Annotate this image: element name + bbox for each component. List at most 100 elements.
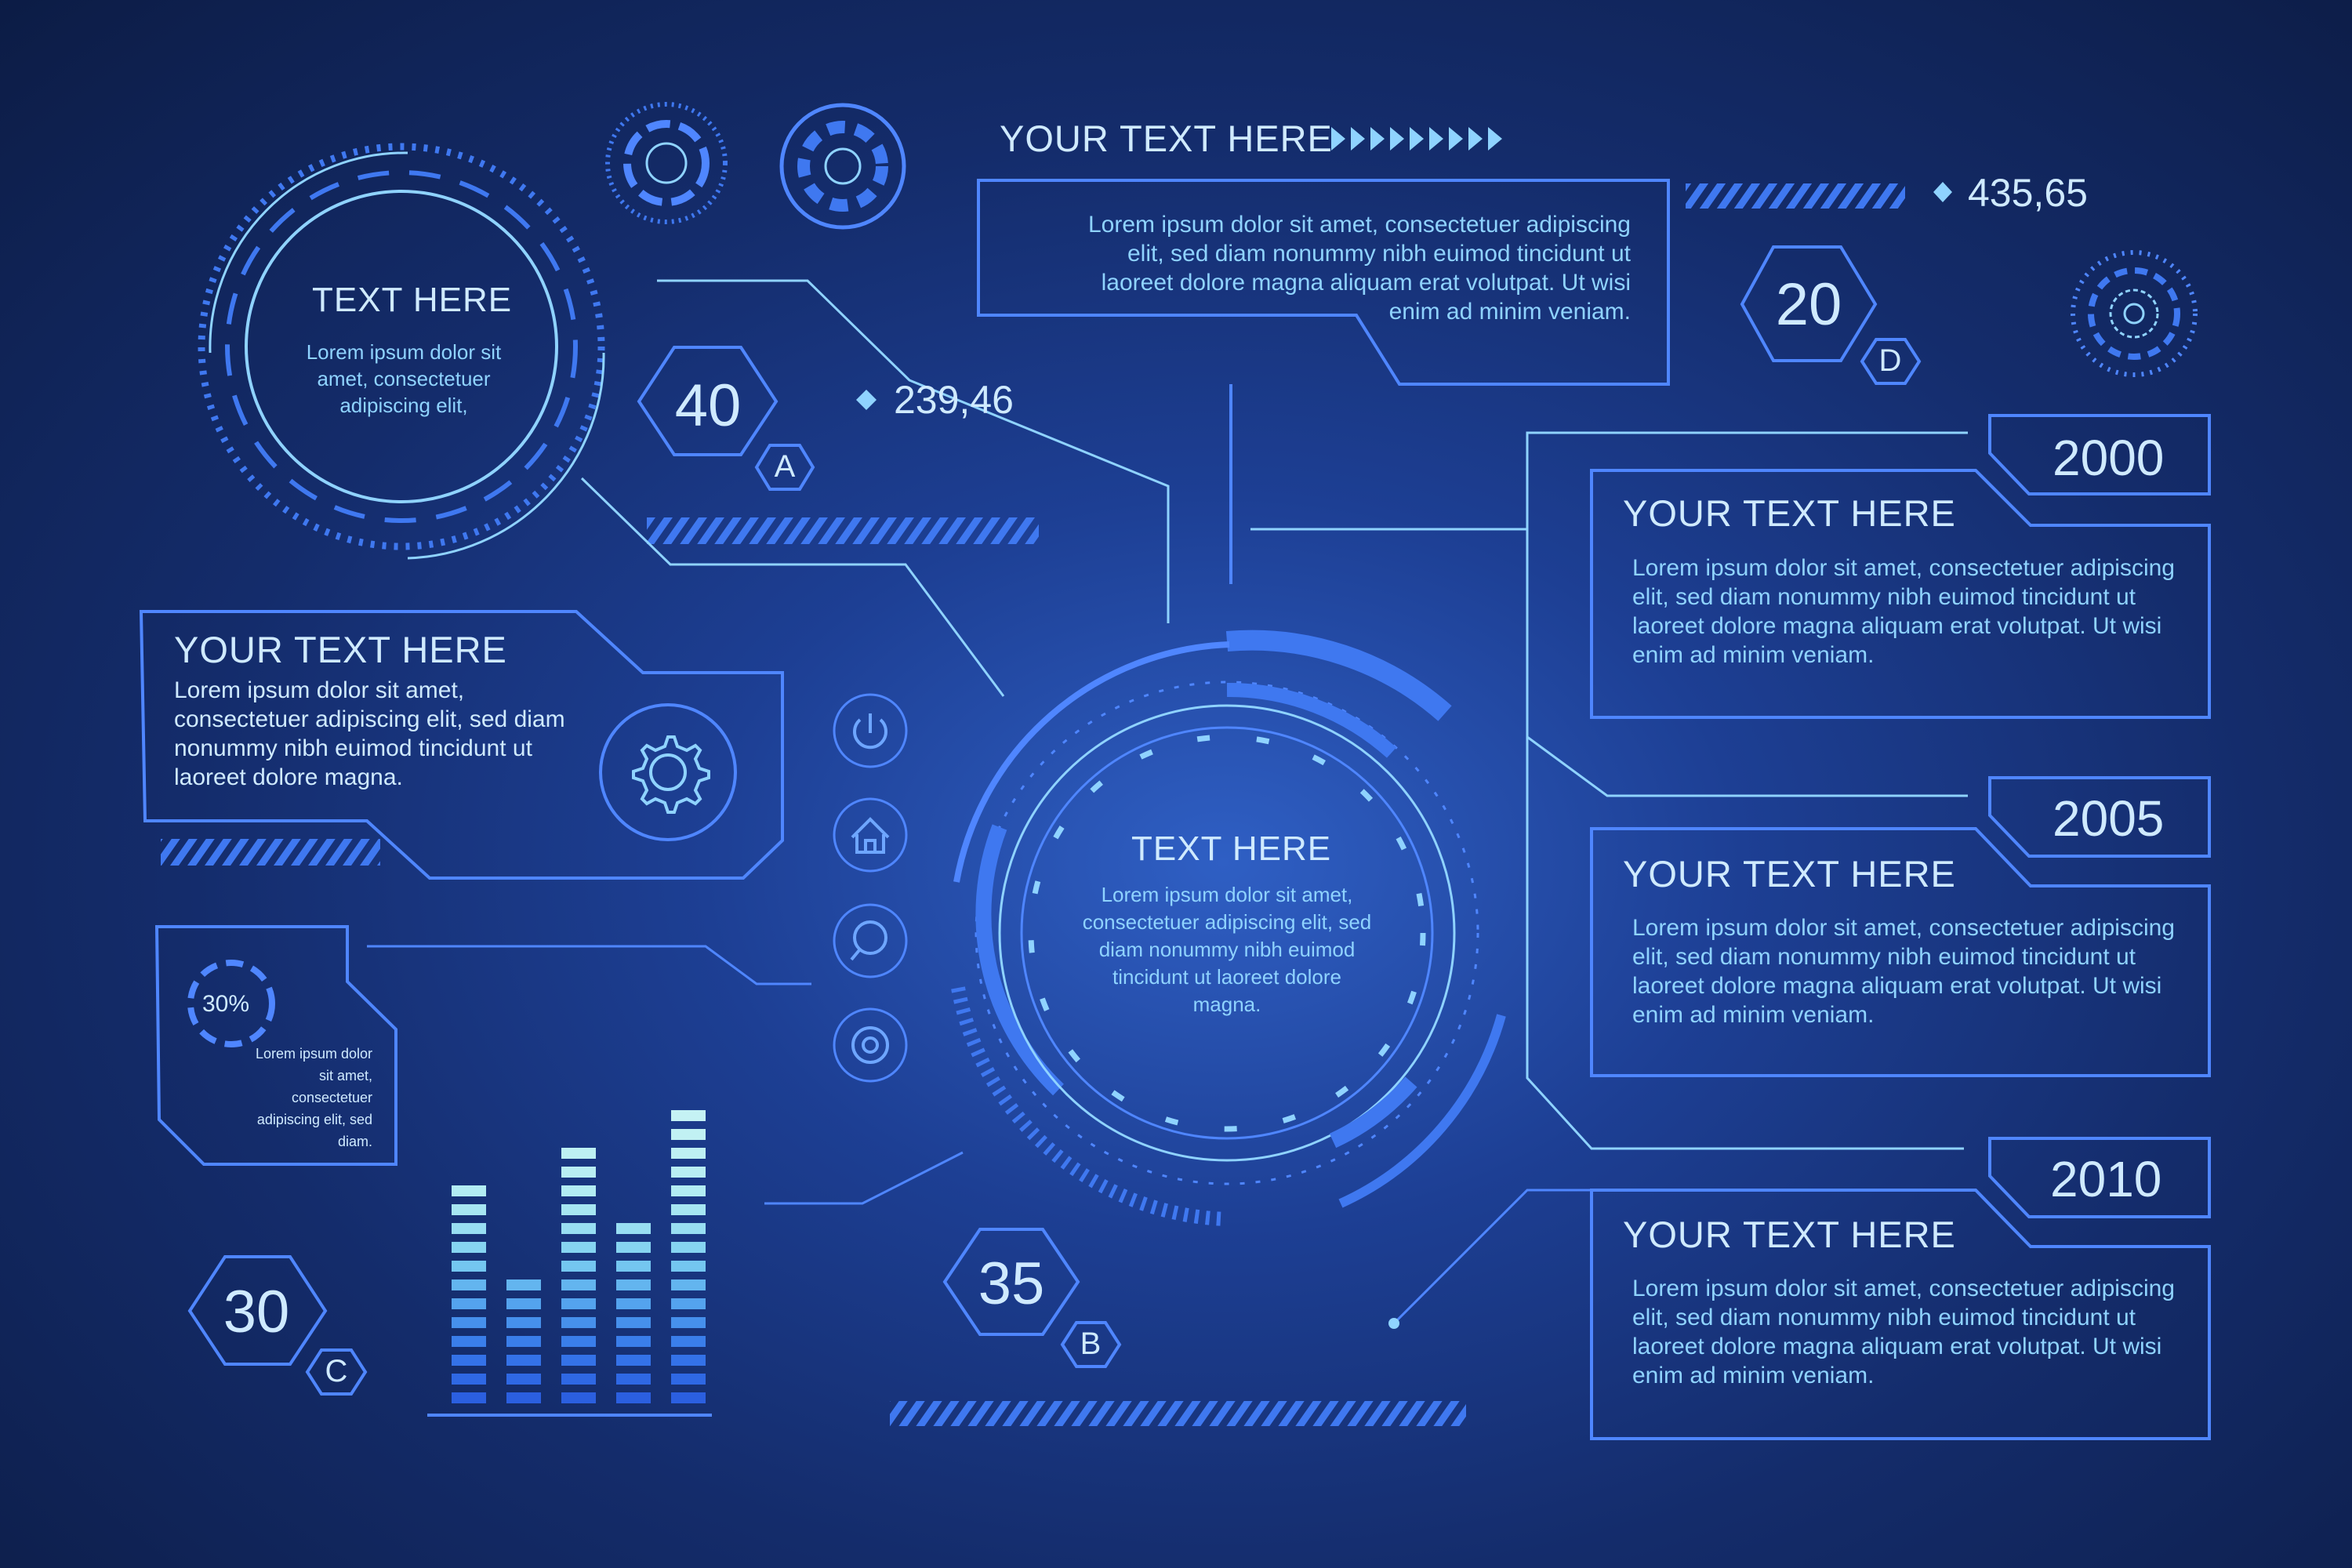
bar-segment (506, 1298, 541, 1309)
bar-segment (506, 1374, 541, 1385)
bar-segment (452, 1279, 486, 1290)
radar-icon-2 (779, 103, 906, 230)
bar-5 (671, 1110, 706, 1403)
bar-segment (671, 1223, 706, 1234)
bar-segment (561, 1148, 596, 1159)
readout-top: 435,65 (1968, 171, 2088, 215)
bar-segment (616, 1392, 651, 1403)
bar-segment (561, 1392, 596, 1403)
bar-segment (616, 1317, 651, 1328)
top-box-text: Lorem ipsum dolor sit amet, consectetuer… (1088, 212, 1631, 325)
badge-letter-c: C (325, 1354, 348, 1388)
bar-3 (561, 1148, 596, 1403)
power-icon (853, 713, 887, 750)
bar-segment (506, 1392, 541, 1403)
bar-segment (506, 1279, 541, 1290)
bar-segment (561, 1279, 596, 1290)
bar-segment (506, 1336, 541, 1347)
target-icon (851, 1026, 889, 1064)
bar-segment (671, 1261, 706, 1272)
connector-dot (1388, 1318, 1399, 1329)
bar-segment (616, 1279, 651, 1290)
bar-segment (616, 1223, 651, 1234)
bar-segment (616, 1355, 651, 1366)
bar-segment (452, 1336, 486, 1347)
bar-segment (671, 1242, 706, 1253)
diamond-bullet-top (1933, 182, 1952, 202)
bar-segment (452, 1374, 486, 1385)
bar-segment (452, 1392, 486, 1403)
bar-segment (616, 1261, 651, 1272)
badge-letter-a: A (774, 449, 796, 484)
infographic-dashboard: { "top_title": "YOUR TEXT HERE", "top_bo… (0, 0, 2352, 1568)
bar-segment (671, 1392, 706, 1403)
radar-icon-1 (605, 102, 728, 224)
bar-segment (671, 1374, 706, 1385)
bar-segment (561, 1298, 596, 1309)
bar-segment (561, 1317, 596, 1328)
bar-segment (671, 1185, 706, 1196)
bar-segment (671, 1336, 706, 1347)
side-icon-circles (833, 693, 908, 1083)
arrow-icons (1331, 127, 1502, 151)
readout-left: 239,46 (894, 378, 1014, 422)
gear-icon (599, 703, 737, 841)
bar-segment (506, 1355, 541, 1366)
bar-segment (561, 1261, 596, 1272)
timeline-year-2000: 2000 (2053, 430, 2165, 486)
left-panel-text: Lorem ipsum dolor sit amet, consectetuer… (174, 677, 565, 790)
badge-value-a: 40 (674, 372, 742, 439)
badge-value-c: 30 (223, 1279, 290, 1345)
bar-segment (452, 1204, 486, 1215)
bar-segment (452, 1355, 486, 1366)
bar-segment (561, 1204, 596, 1215)
timeline-text-2010: Lorem ipsum dolor sit amet, consectetuer… (1632, 1276, 2175, 1388)
hatch-stripes (647, 517, 1039, 544)
bar-segment (561, 1167, 596, 1178)
percent-label: 30% (202, 991, 250, 1017)
bar-segment (561, 1242, 596, 1253)
bar-segment (671, 1129, 706, 1140)
badge-value-b: 35 (978, 1250, 1045, 1317)
left-panel-title: YOUR TEXT HERE (174, 629, 507, 670)
circle-text: Lorem ipsum dolor sit amet, consectetuer… (306, 340, 502, 417)
bar-segment (452, 1317, 486, 1328)
bar-segment (452, 1298, 486, 1309)
timeline-text-2000: Lorem ipsum dolor sit amet, consectetuer… (1632, 555, 2175, 668)
segment-bar-chart (452, 1110, 706, 1403)
bar-1 (452, 1185, 486, 1403)
bar-segment (452, 1223, 486, 1234)
timeline-text-2005: Lorem ipsum dolor sit amet, consectetuer… (1632, 915, 2175, 1028)
bar-segment (561, 1355, 596, 1366)
bar-segment (671, 1204, 706, 1215)
center-title: TEXT HERE (1131, 829, 1332, 868)
top-title: YOUR TEXT HERE (1000, 118, 1333, 159)
diamond-bullet-left (856, 390, 877, 410)
bar-2 (506, 1279, 541, 1403)
bar-segment (616, 1242, 651, 1253)
bar-segment (452, 1261, 486, 1272)
bar-segment (671, 1110, 706, 1121)
bar-segment (671, 1167, 706, 1178)
hatch-left (161, 839, 380, 866)
bar-segment (506, 1317, 541, 1328)
bar-segment (561, 1336, 596, 1347)
bar-segment (616, 1374, 651, 1385)
bar-segment (671, 1317, 706, 1328)
badge-value-d: 20 (1775, 271, 1842, 338)
bar-segment (671, 1355, 706, 1366)
timeline-title-2010: YOUR TEXT HERE (1623, 1214, 1956, 1255)
circle-title: TEXT HERE (312, 281, 513, 319)
radar-icon-3 (2071, 250, 2198, 377)
bar-4 (616, 1223, 651, 1403)
bar-segment (452, 1185, 486, 1196)
bar-segment (671, 1148, 706, 1159)
bar-segment (616, 1336, 651, 1347)
center-text: Lorem ipsum dolor sit amet, consectetuer… (1082, 883, 1372, 1016)
bar-segment (671, 1279, 706, 1290)
home-icon (851, 817, 890, 854)
timeline-year-2005: 2005 (2053, 790, 2165, 847)
bar-segment (616, 1298, 651, 1309)
bar-segment (561, 1223, 596, 1234)
bar-segment (671, 1298, 706, 1309)
